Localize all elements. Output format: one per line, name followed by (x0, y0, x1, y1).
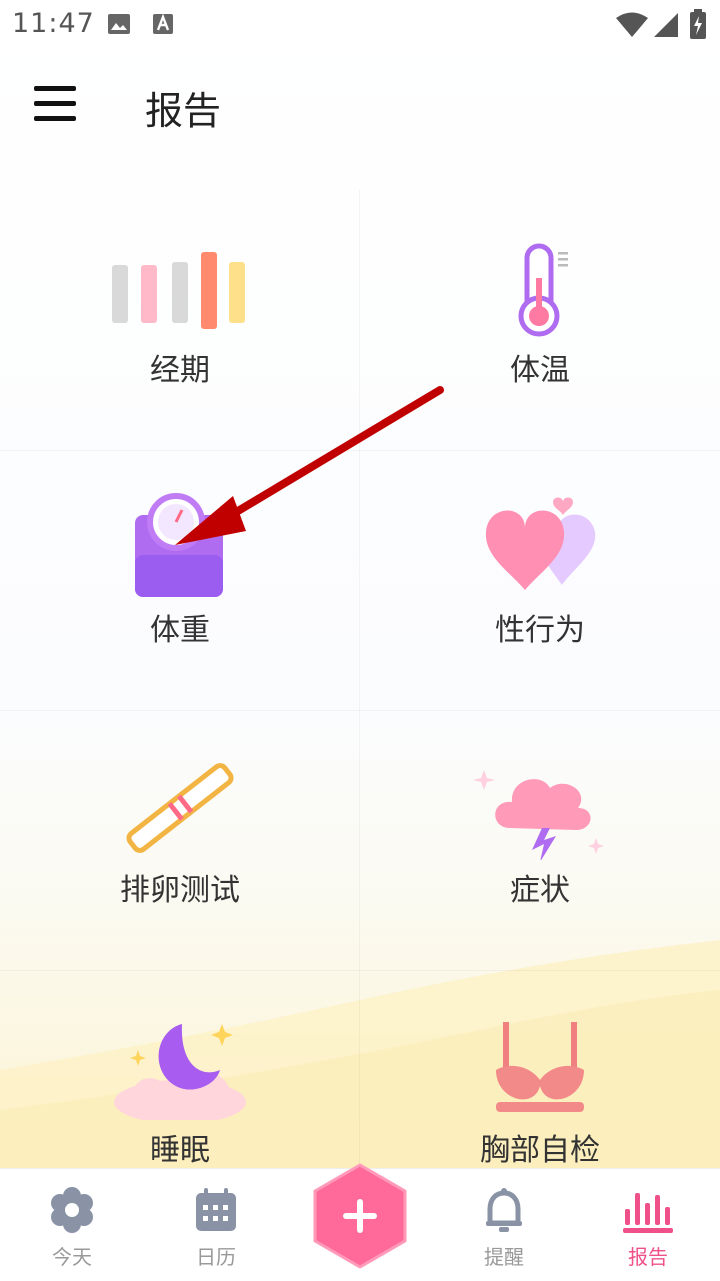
tab-report-label: 报告 (628, 1245, 668, 1269)
wifi-icon (616, 12, 648, 37)
report-grid: 经期 体温 体重 性行为 排卵测试 症状 睡眠 胸部自检 (0, 190, 720, 1170)
bell-icon (486, 1188, 522, 1232)
battery-icon (690, 9, 706, 39)
report-sex-label: 性行为 (495, 613, 585, 648)
tab-reminder-label: 提醒 (484, 1245, 524, 1269)
report-symptoms-label: 症状 (510, 873, 570, 908)
moon-cloud-icon (114, 1024, 246, 1120)
tab-today[interactable]: 今天 (0, 1169, 144, 1281)
tab-reminder[interactable]: 提醒 (432, 1169, 576, 1281)
calendar-icon (196, 1188, 236, 1231)
report-weight[interactable]: 体重 (0, 450, 360, 710)
period-bars-icon (112, 252, 245, 329)
app-bar: 报告 (0, 50, 720, 160)
report-temperature-label: 体温 (510, 353, 570, 388)
storm-cloud-icon (473, 770, 604, 860)
bar-chart-icon (623, 1193, 673, 1233)
page-title: 报告 (145, 89, 222, 133)
bra-icon (496, 1022, 584, 1112)
weight-scale-icon (135, 493, 223, 597)
report-weight-label: 体重 (150, 613, 210, 648)
image-notification-icon (108, 14, 130, 34)
report-breast-label: 胸部自检 (480, 1133, 600, 1168)
report-ovulation-test[interactable]: 排卵测试 (0, 710, 360, 970)
report-sex[interactable]: 性行为 (360, 450, 720, 710)
report-symptoms[interactable]: 症状 (360, 710, 720, 970)
gear-flower-icon (51, 1187, 93, 1233)
report-period-label: 经期 (150, 353, 210, 388)
report-ovulation-label: 排卵测试 (120, 873, 240, 908)
text-notification-icon (153, 13, 173, 34)
test-strip-icon (126, 763, 234, 853)
hearts-icon (485, 497, 596, 590)
add-button[interactable] (311, 1161, 409, 1271)
report-sleep-label: 睡眠 (150, 1133, 210, 1168)
tab-calendar[interactable]: 日历 (144, 1169, 288, 1281)
report-temperature[interactable]: 体温 (360, 190, 720, 450)
tab-calendar-label: 日历 (196, 1245, 236, 1269)
tab-today-label: 今天 (52, 1245, 92, 1269)
tab-report[interactable]: 报告 (576, 1169, 720, 1281)
menu-icon[interactable] (34, 86, 78, 122)
thermometer-icon (518, 243, 568, 337)
report-period[interactable]: 经期 (0, 190, 360, 450)
status-time: 11:47 (12, 8, 95, 39)
bottom-nav: 今天 日历 提醒 报告 (0, 1163, 720, 1281)
status-bar: 11:47 (0, 0, 720, 50)
signal-icon (654, 13, 678, 37)
